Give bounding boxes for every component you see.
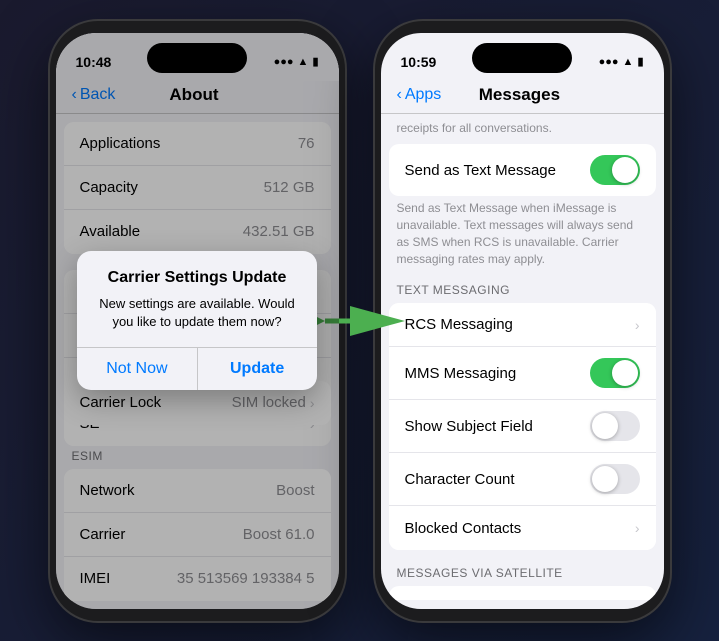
left-settings-content: Applications 76 Capacity 512 GB Availabl… <box>56 114 339 446</box>
mms-toggle[interactable] <box>590 358 640 388</box>
satellite-header: MESSAGES VIA SATELLITE <box>381 550 664 586</box>
right-time: 10:59 <box>401 54 437 70</box>
left-phone-screen: 10:48 ●●● ▲ ▮ ‹ Back About <box>56 33 339 609</box>
dynamic-island-right <box>472 43 572 73</box>
modal-body: New settings are available. Would you li… <box>77 291 317 347</box>
blocked-chevron-icon: › <box>635 520 640 536</box>
right-back-label: Apps <box>405 86 441 104</box>
send-as-text-label: Send as Text Message <box>405 162 590 179</box>
send-description: Send as Text Message when iMessage is un… <box>381 196 664 267</box>
modal-title: Carrier Settings Update <box>77 251 317 291</box>
battery-icon-right: ▮ <box>637 55 643 68</box>
signal-icon-right: ●●● <box>599 56 619 68</box>
right-back-button[interactable]: ‹ Apps <box>397 86 442 104</box>
character-count-toggle[interactable] <box>590 464 640 494</box>
left-phone: 10:48 ●●● ▲ ▮ ‹ Back About <box>50 21 345 621</box>
right-phone: 10:59 ●●● ▲ ▮ ‹ Apps Messages <box>375 21 670 621</box>
send-as-text-toggle[interactable] <box>590 155 640 185</box>
modal-not-now-button[interactable]: Not Now <box>77 348 197 390</box>
chevron-left-icon-right: ‹ <box>397 86 402 104</box>
character-count-row: Character Count <box>389 453 656 506</box>
text-messaging-header: TEXT MESSAGING <box>381 267 664 303</box>
modal-buttons: Not Now Update <box>77 348 317 390</box>
send-as-text-row: Send as Text Message <box>389 144 656 196</box>
blocked-contacts-row[interactable]: Blocked Contacts › <box>389 506 656 550</box>
toggle-knob <box>612 157 638 183</box>
mms-messaging-row: MMS Messaging <box>389 347 656 400</box>
text-messaging-list: RCS Messaging › MMS Messaging Show Subje… <box>389 303 656 550</box>
right-nav-title: Messages <box>441 85 597 105</box>
show-subject-toggle[interactable] <box>590 411 640 441</box>
send-as-text-list: Send as Text Message <box>389 144 656 196</box>
right-status-icons: ●●● ▲ ▮ <box>599 55 644 68</box>
wifi-icon-right: ▲ <box>623 56 634 68</box>
modal-update-button[interactable]: Update <box>197 348 317 390</box>
right-settings-content: receipts for all conversations. Send as … <box>381 114 664 600</box>
rcs-chevron-icon: › <box>635 317 640 333</box>
right-nav-bar: ‹ Apps Messages <box>381 81 664 114</box>
top-description: receipts for all conversations. <box>381 114 664 137</box>
satellite-list: Satellite Connection Demo <box>389 586 656 599</box>
right-phone-screen: 10:59 ●●● ▲ ▮ ‹ Apps Messages <box>381 33 664 609</box>
rcs-messaging-row[interactable]: RCS Messaging › <box>389 303 656 347</box>
modal-overlay: Carrier Settings Update New settings are… <box>56 114 339 446</box>
carrier-settings-modal: Carrier Settings Update New settings are… <box>77 251 317 390</box>
show-subject-row: Show Subject Field <box>389 400 656 453</box>
scene: 10:48 ●●● ▲ ▮ ‹ Back About <box>0 0 719 641</box>
satellite-connection-row[interactable]: Satellite Connection Demo <box>389 586 656 599</box>
